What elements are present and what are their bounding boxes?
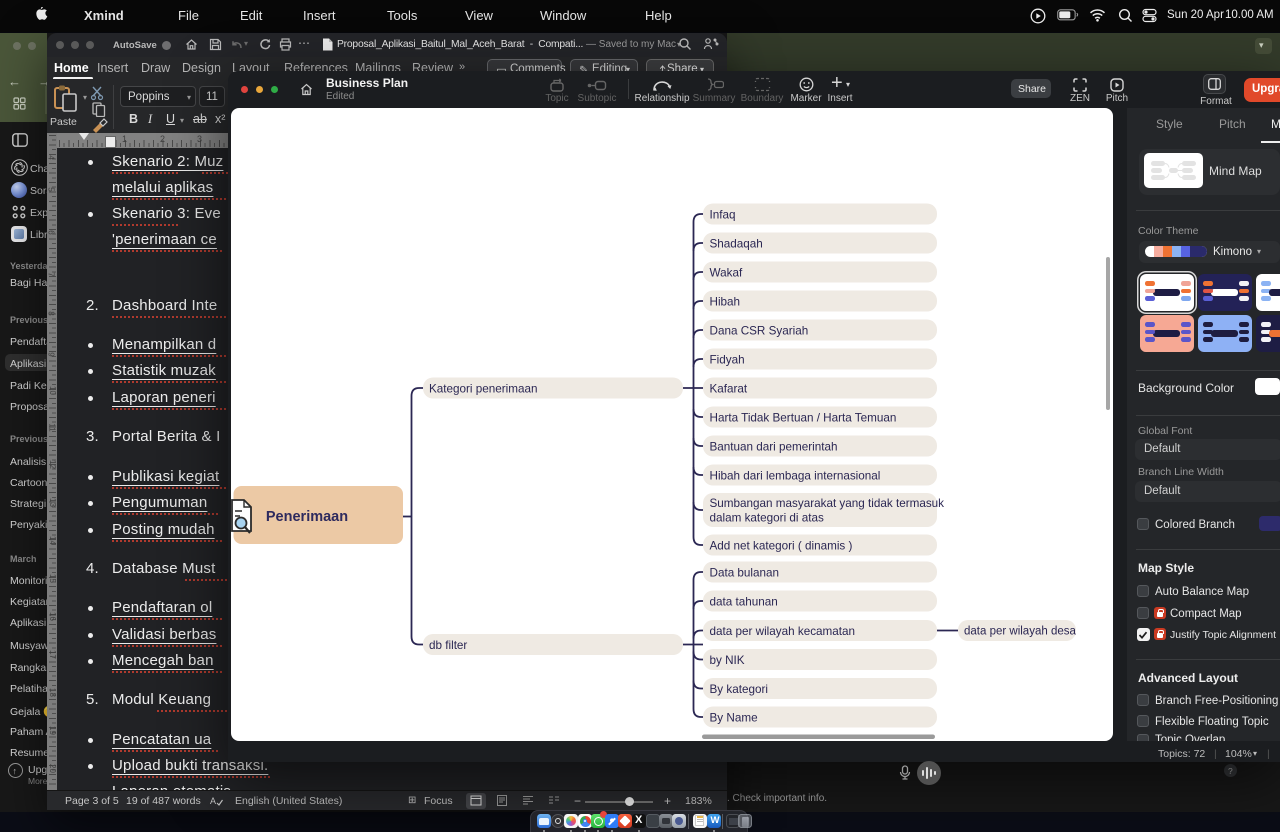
- svg-text:By kategori: By kategori: [710, 683, 768, 696]
- svg-text:data tahunan: data tahunan: [710, 595, 778, 608]
- svg-text:Data bulanan: Data bulanan: [710, 566, 780, 579]
- svg-text:By Name: By Name: [710, 711, 758, 724]
- svg-text:data per wilayah desa: data per wilayah desa: [964, 626, 1076, 638]
- svg-text:Hibah: Hibah: [710, 295, 741, 308]
- svg-text:Kategori penerimaan: Kategori penerimaan: [429, 383, 538, 396]
- svg-text:Fidyah: Fidyah: [710, 353, 745, 366]
- svg-text:Infaq: Infaq: [710, 208, 736, 221]
- svg-text:Dana CSR Syariah: Dana CSR Syariah: [710, 324, 809, 337]
- svg-text:Wakaf: Wakaf: [710, 266, 743, 279]
- svg-text:Hibah dari lembaga internasion: Hibah dari lembaga internasional: [710, 469, 881, 482]
- svg-text:Harta Tidak Bertuan / Harta Te: Harta Tidak Bertuan / Harta Temuan: [710, 411, 897, 424]
- svg-text:data per wilayah kecamatan: data per wilayah kecamatan: [710, 625, 856, 638]
- svg-text:Sumbangan masyarakat yang tida: Sumbangan masyarakat yang tidak termasuk: [710, 497, 945, 510]
- svg-text:Shadaqah: Shadaqah: [710, 237, 763, 250]
- svg-text:Bantuan dari pemerintah: Bantuan dari pemerintah: [710, 440, 838, 453]
- svg-text:Kafarat: Kafarat: [710, 382, 748, 395]
- svg-text:dalam kategori di atas: dalam kategori di atas: [710, 512, 824, 525]
- svg-text:by NIK: by NIK: [710, 654, 745, 667]
- svg-text:A: A: [210, 796, 216, 806]
- svg-text:Add net kategori ( dinamis ): Add net kategori ( dinamis ): [710, 539, 853, 552]
- svg-text:Penerimaan: Penerimaan: [266, 509, 348, 525]
- svg-text:db filter: db filter: [429, 639, 467, 652]
